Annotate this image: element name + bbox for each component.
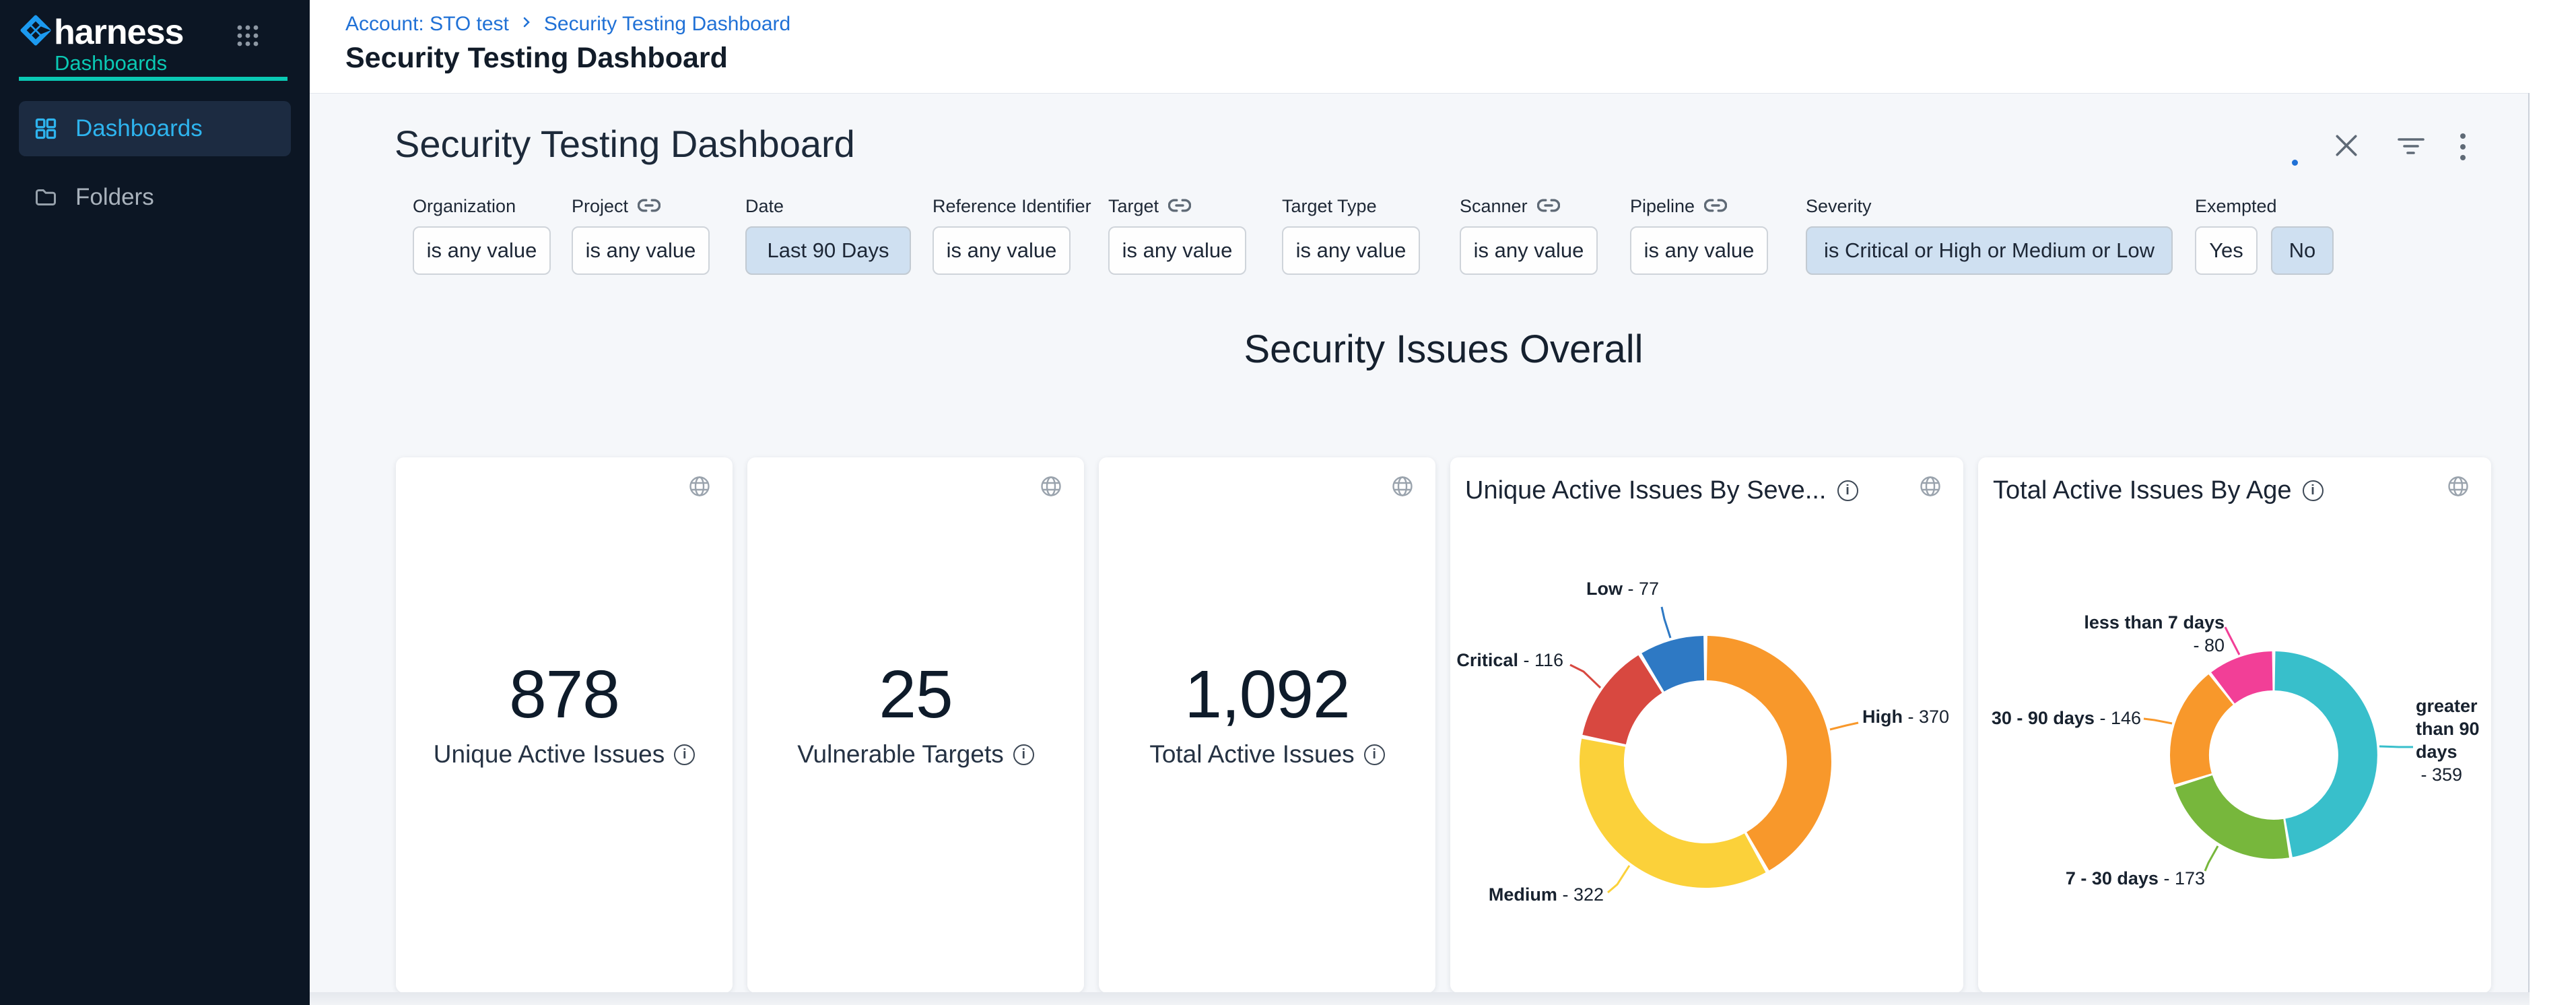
filter-target-type: Target Type is any value — [1282, 195, 1420, 275]
filter-value-button[interactable]: is any value — [1460, 226, 1598, 275]
filter-organization: Organization is any value — [413, 195, 551, 275]
link-icon — [638, 196, 660, 217]
filter-date: Date Last 90 Days — [745, 195, 911, 275]
filter-label: Target — [1108, 195, 1246, 218]
filter-value-button[interactable]: is any value — [572, 226, 710, 275]
donut-label-less-7-days: less than 7 days - 80 — [2058, 611, 2225, 657]
filter-label: Pipeline — [1630, 195, 1768, 218]
sidebar-divider — [19, 77, 287, 81]
folder-icon — [34, 185, 59, 210]
donut-label-low: Low - 77 — [1491, 577, 1659, 600]
unique-active-issues-card: 878 Unique Active Issues i — [396, 457, 733, 993]
filter-target: Target is any value — [1108, 195, 1246, 275]
donut-label-medium: Medium - 322 — [1477, 883, 1604, 906]
donut-label-greater-90-days: greater than 90 days - 359 — [2416, 694, 2503, 786]
donut-label-7-30-days: 7 - 30 days - 173 — [2061, 867, 2205, 890]
sidebar: harness Dashboards Da — [0, 0, 310, 1005]
page-title: Security Testing Dashboard — [345, 42, 728, 75]
stat-value: 878 — [396, 657, 733, 732]
top-header: Account: STO test Security Testing Dashb… — [310, 0, 2576, 93]
sidebar-item-dashboards[interactable]: Dashboards — [19, 101, 291, 156]
info-icon[interactable]: i — [1364, 744, 1385, 765]
donut-label-critical: Critical - 116 — [1454, 649, 1563, 672]
globe-icon[interactable] — [1391, 475, 1414, 501]
filter-severity: Severity is Critical or High or Medium o… — [1806, 195, 2173, 275]
filter-label: Reference Identifier — [933, 195, 1091, 218]
issues-by-age-card: Total Active Issues By Age i greater tha… — [1978, 457, 2491, 993]
breadcrumb-account-link[interactable]: Account: STO test — [345, 13, 509, 36]
stat-value: 1,092 — [1099, 657, 1435, 732]
filter-value-button[interactable]: is any value — [1282, 226, 1420, 275]
cursor-dot — [2292, 160, 2298, 166]
main-area: Account: STO test Security Testing Dashb… — [310, 0, 2576, 1005]
page-background-strip — [310, 992, 2530, 1005]
filter-label: Severity — [1806, 195, 2173, 218]
vulnerable-targets-card: 25 Vulnerable Targets i — [747, 457, 1084, 993]
dashboard-heading: Security Testing Dashboard — [395, 122, 855, 166]
sidebar-item-label: Dashboards — [75, 115, 203, 142]
security-testing-dashboard-page: harness Dashboards Da — [0, 0, 2576, 1005]
sidebar-item-folders[interactable]: Folders — [19, 170, 291, 225]
link-icon — [1537, 196, 1560, 217]
donut-label-30-90-days: 30 - 90 days - 146 — [1984, 707, 2141, 730]
breadcrumb: Account: STO test Security Testing Dashb… — [345, 11, 790, 38]
module-name: Dashboards — [55, 51, 167, 75]
filter-exempted: Exempted Yes No — [2195, 195, 2334, 275]
filter-label: Exempted — [2195, 195, 2334, 218]
filter-value-button[interactable]: is any value — [933, 226, 1071, 275]
filter-value-button[interactable]: is Critical or High or Medium or Low — [1806, 226, 2173, 275]
globe-icon[interactable] — [1040, 475, 1062, 501]
brand-name: harness — [54, 12, 183, 53]
exempted-no-button[interactable]: No — [2271, 226, 2334, 275]
issues-by-severity-card: Unique Active Issues By Seve... i High -… — [1450, 457, 1963, 993]
link-icon — [1168, 196, 1191, 217]
filter-value-button[interactable]: is any value — [1108, 226, 1246, 275]
globe-icon[interactable] — [688, 475, 711, 501]
filter-icon[interactable] — [2397, 137, 2425, 160]
scrollbar-gutter[interactable] — [2528, 93, 2576, 1005]
section-title: Security Issues Overall — [396, 327, 2491, 372]
filter-label: Organization — [413, 195, 551, 218]
dashboard-panel: Security Testing Dashboard Organization — [310, 93, 2530, 992]
breadcrumb-page-link[interactable]: Security Testing Dashboard — [544, 13, 790, 36]
filter-label: Target Type — [1282, 195, 1420, 218]
filter-value-button[interactable]: is any value — [1630, 226, 1768, 275]
filter-pipeline: Pipeline is any value — [1630, 195, 1768, 275]
filter-label: Project — [572, 195, 710, 218]
link-icon — [1704, 196, 1727, 217]
exempted-yes-button[interactable]: Yes — [2195, 226, 2258, 275]
filter-value-button[interactable]: Last 90 Days — [745, 226, 911, 275]
filter-project: Project is any value — [572, 195, 710, 275]
cards-row: 878 Unique Active Issues i 25 — [396, 457, 2491, 993]
close-icon[interactable] — [2334, 133, 2359, 162]
filter-reference-identifier: Reference Identifier is any value — [933, 195, 1091, 275]
stat-value: 25 — [747, 657, 1084, 732]
dashboards-icon — [34, 116, 59, 141]
filter-label: Scanner — [1460, 195, 1598, 218]
kebab-menu-icon[interactable] — [2459, 133, 2467, 164]
harness-logo-icon — [20, 15, 51, 49]
breadcrumb-chevron-icon — [521, 13, 532, 36]
stat-label: Total Active Issues i — [1099, 740, 1435, 769]
info-icon[interactable]: i — [1013, 744, 1034, 765]
filter-label: Date — [745, 195, 911, 218]
sidebar-nav: Dashboards Folders — [19, 101, 291, 225]
stat-label: Unique Active Issues i — [396, 740, 733, 769]
total-active-issues-card: 1,092 Total Active Issues i — [1099, 457, 1435, 993]
apps-grid-icon[interactable] — [232, 20, 263, 55]
filter-value-button[interactable]: is any value — [413, 226, 551, 275]
info-icon[interactable]: i — [674, 744, 695, 765]
sidebar-item-label: Folders — [75, 184, 154, 211]
stat-label: Vulnerable Targets i — [747, 740, 1084, 769]
filter-scanner: Scanner is any value — [1460, 195, 1598, 275]
